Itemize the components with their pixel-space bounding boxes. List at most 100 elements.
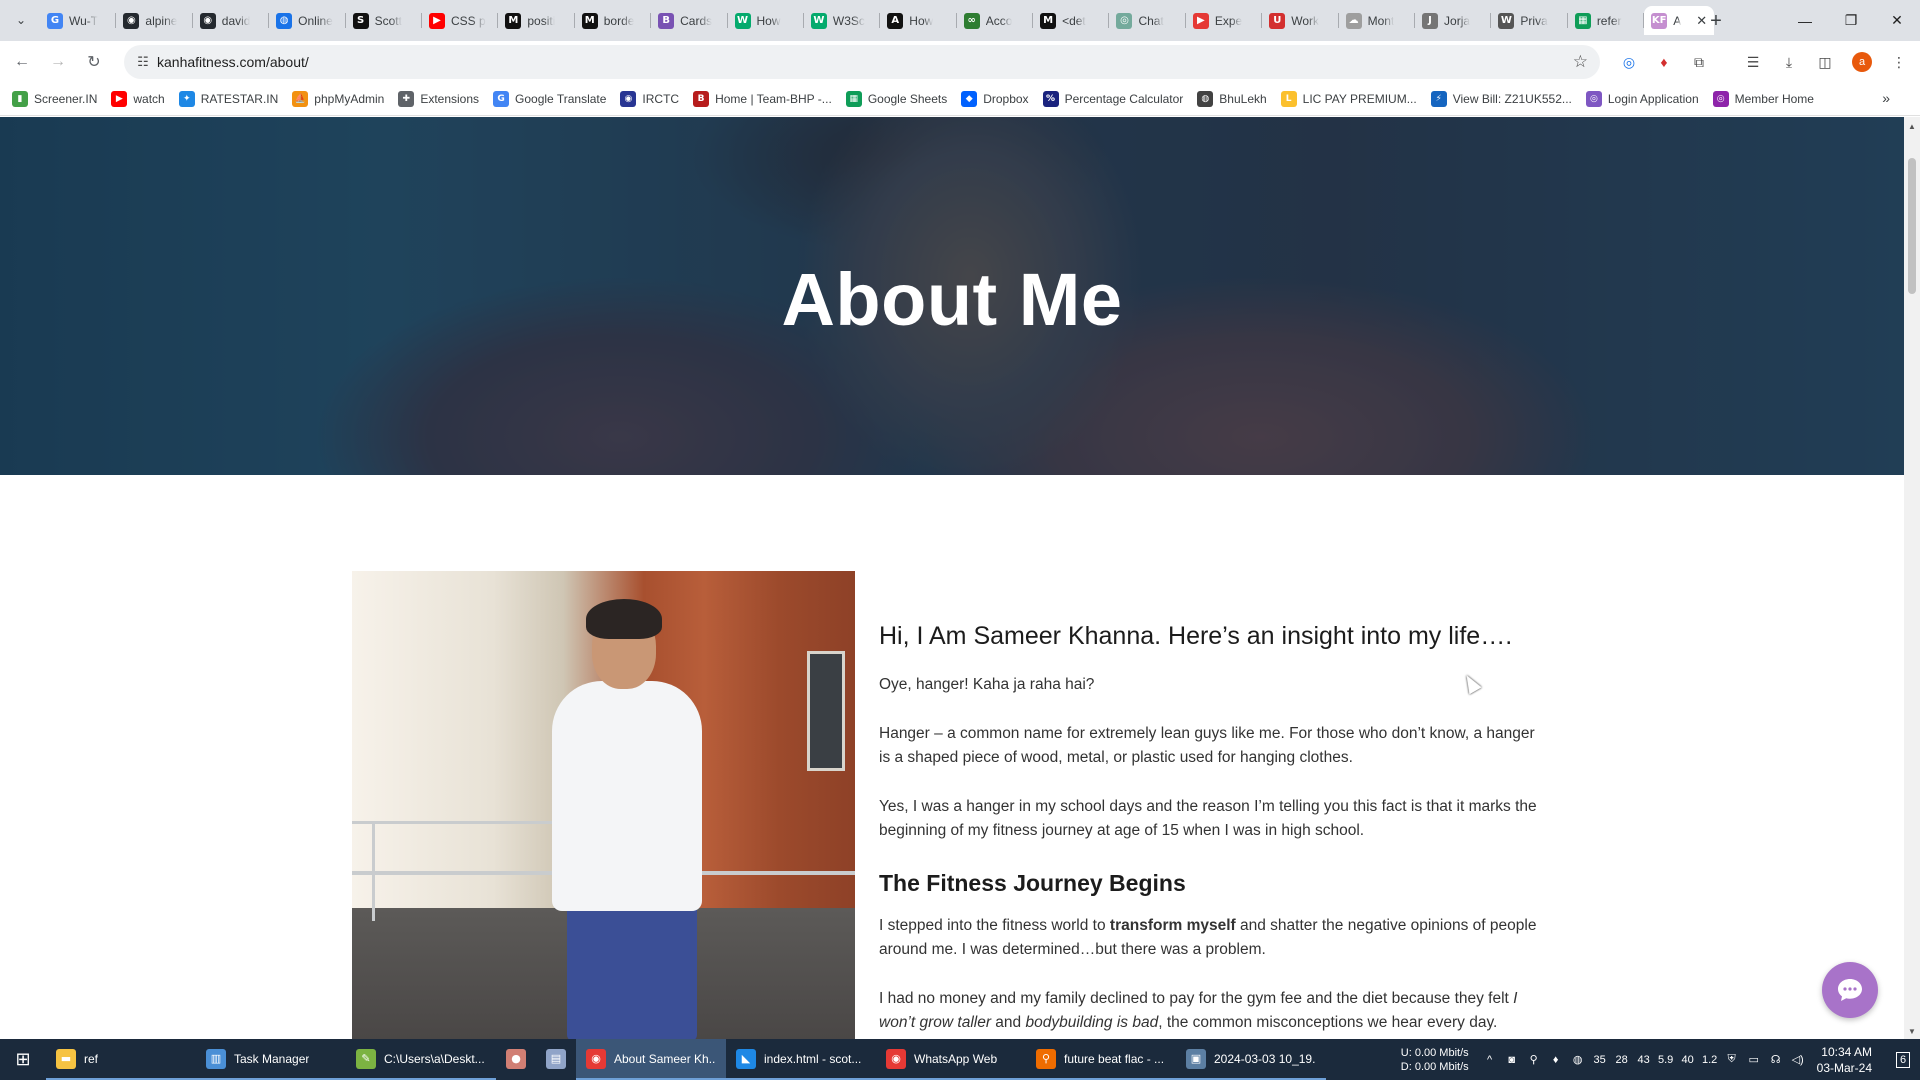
tray-icon[interactable]: 1.2 — [1701, 1054, 1719, 1066]
browser-menu-icon[interactable]: ⋮ — [1888, 51, 1910, 73]
browser-tab[interactable]: B Cards — [651, 6, 728, 35]
browser-tab[interactable]: ◎ Chat — [1109, 6, 1186, 35]
browser-tab[interactable]: Mpositi — [498, 6, 575, 35]
browser-tab[interactable]: ▦ refer — [1568, 6, 1645, 35]
tray-icon[interactable]: 43 — [1635, 1054, 1653, 1066]
notifications-icon[interactable]: 6 — [1886, 1039, 1920, 1080]
browser-tab[interactable]: ▶ CSS p — [422, 6, 499, 35]
minimize-button[interactable]: — — [1782, 0, 1828, 41]
media-controls-icon[interactable]: ☰ — [1742, 51, 1764, 73]
browser-tab[interactable]: ▶ Expe — [1186, 6, 1263, 35]
browser-tab[interactable]: S Scott — [346, 6, 422, 35]
extensions-puzzle-icon[interactable]: ⧉ — [1688, 51, 1710, 73]
bookmark-item[interactable]: ◆ Dropbox — [961, 90, 1036, 107]
forward-button[interactable]: → — [44, 48, 72, 76]
taskbar-item[interactable]: ◉ About Sameer Kh... — [576, 1039, 726, 1080]
tray-icon[interactable]: ⛨ — [1723, 1053, 1741, 1066]
bookmarks-overflow-icon[interactable]: » — [1882, 90, 1890, 106]
journey-heading: The Fitness Journey Begins — [879, 870, 1186, 896]
browser-tab[interactable]: W W3Sc — [804, 6, 881, 35]
globe-icon: ◍ — [1197, 90, 1214, 107]
browser-tab[interactable]: ◉ alpine — [116, 6, 193, 35]
profile-photo — [352, 571, 855, 1039]
browser-tab[interactable]: M <det — [1033, 6, 1110, 35]
scroll-down-arrow-icon[interactable]: ▼ — [1904, 1024, 1920, 1038]
tray-icon[interactable]: 5.9 — [1657, 1054, 1675, 1066]
browser-tab[interactable]: W How — [728, 6, 804, 35]
browser-tab[interactable]: G Wu-T — [40, 6, 117, 35]
tray-icon[interactable]: ◁) — [1789, 1053, 1807, 1066]
taskbar-item[interactable]: ◉ WhatsApp Web — [876, 1039, 1026, 1080]
bookmark-item[interactable]: ▶ watch — [111, 90, 172, 107]
browser-tab[interactable]: J Jorja — [1415, 6, 1492, 35]
browser-tab[interactable]: ☁ Mont — [1339, 6, 1416, 35]
tray-icon[interactable]: ♦ — [1547, 1054, 1565, 1066]
taskbar-item[interactable]: ▥ Task Manager — [196, 1039, 346, 1080]
tray-icon[interactable]: ◙ — [1503, 1054, 1521, 1066]
bookmark-item[interactable]: B Home | Team-BHP -... — [693, 90, 840, 107]
new-tab-button[interactable]: + — [1702, 7, 1730, 35]
profile-avatar[interactable]: a — [1852, 52, 1872, 72]
restore-button[interactable]: ❐ — [1828, 0, 1874, 41]
tab-search-chevron-icon[interactable]: ⌄ — [10, 9, 32, 31]
notification-count: 6 — [1895, 1051, 1911, 1068]
chat-bubble-button[interactable] — [1822, 962, 1878, 1018]
browser-tab[interactable]: W Priva — [1491, 6, 1568, 35]
wikipedia-icon: W — [1498, 12, 1515, 29]
tray-icon[interactable]: ^ — [1481, 1054, 1499, 1066]
tray-icon[interactable]: ◍ — [1569, 1053, 1587, 1066]
downloads-icon[interactable]: ⤓ — [1778, 51, 1800, 73]
puzzle-icon: ✚ — [398, 90, 415, 107]
bookmark-item[interactable]: ◉ IRCTC — [620, 90, 687, 107]
side-panel-icon[interactable]: ◫ — [1814, 51, 1836, 73]
bookmark-item[interactable]: ✦ RATESTAR.IN — [178, 90, 287, 107]
scroll-up-arrow-icon[interactable]: ▲ — [1904, 119, 1920, 133]
taskbar-item[interactable]: ⚲ future beat flac - ... — [1026, 1039, 1176, 1080]
close-window-button[interactable]: ✕ — [1874, 0, 1920, 41]
bookmark-item[interactable]: ▮ Screener.IN — [12, 90, 105, 107]
tray-icon[interactable]: ⚲ — [1525, 1053, 1543, 1066]
tray-icon[interactable]: ☊ — [1767, 1053, 1785, 1066]
bookmark-item[interactable]: ⚡ View Bill: Z21UK552... — [1430, 90, 1580, 107]
extension-2-icon[interactable]: ♦ — [1653, 51, 1675, 73]
tray-icon[interactable]: ▭ — [1745, 1053, 1763, 1066]
browser-tab[interactable]: ◍ Online — [269, 6, 346, 35]
tab-label: Scott — [374, 13, 402, 28]
taskbar-item[interactable]: ▣ 2024-03-03 10_19... — [1176, 1039, 1326, 1080]
bookmark-item[interactable]: ▦ Google Sheets — [845, 90, 955, 107]
tab-label: borde — [603, 13, 635, 28]
reload-button[interactable]: ↻ — [80, 48, 108, 76]
tray-icon[interactable]: 40 — [1679, 1054, 1697, 1066]
bookmark-item[interactable]: ◎ Login Application — [1585, 90, 1707, 107]
globe-icon: ◍ — [276, 12, 293, 29]
bookmark-item[interactable]: ✚ Extensions — [398, 90, 487, 107]
taskbar-item[interactable]: ▤ — [536, 1039, 576, 1080]
browser-tab[interactable]: ◉ david — [193, 6, 270, 35]
bookmark-item[interactable]: ⛵ phpMyAdmin — [292, 90, 392, 107]
url-text[interactable]: kanhafitness.com/about/ — [157, 54, 309, 70]
scrollbar-thumb[interactable] — [1908, 158, 1916, 294]
bookmark-item[interactable]: G Google Translate — [493, 90, 614, 107]
bookmark-item[interactable]: ◍ BhuLekh — [1197, 90, 1274, 107]
tray-icon[interactable]: 35 — [1591, 1054, 1609, 1066]
browser-tab[interactable]: U Work — [1262, 6, 1339, 35]
taskbar-item[interactable]: ▬ ref — [46, 1039, 196, 1080]
site-info-icon[interactable]: ☷ — [134, 53, 152, 71]
back-button[interactable]: ← — [8, 48, 36, 76]
bookmark-item[interactable]: % Percentage Calculator — [1042, 90, 1192, 107]
clock[interactable]: 10:34 AM 03-Mar-24 — [1817, 1044, 1872, 1076]
address-bar[interactable]: ☷ kanhafitness.com/about/ ☆ — [124, 45, 1600, 79]
taskbar-item[interactable]: ● — [496, 1039, 536, 1080]
bookmark-label: IRCTC — [642, 91, 680, 106]
bookmark-star-icon[interactable]: ☆ — [1573, 52, 1588, 72]
tray-icon[interactable]: 28 — [1613, 1054, 1631, 1066]
bookmark-item[interactable]: ◎ Member Home — [1712, 90, 1822, 107]
taskbar-item[interactable]: ◣ index.html - scot... — [726, 1039, 876, 1080]
bookmark-item[interactable]: L LIC PAY PREMIUM... — [1280, 90, 1425, 107]
extension-1-icon[interactable]: ◎ — [1618, 51, 1640, 73]
taskbar-item[interactable]: ✎ C:\Users\a\Deskt... — [346, 1039, 496, 1080]
windows-start-icon[interactable]: ⊞ — [0, 1039, 46, 1080]
browser-tab[interactable]: A How — [880, 6, 957, 35]
browser-tab[interactable]: ∞ Acco — [957, 6, 1034, 35]
browser-tab[interactable]: Mborde — [575, 6, 652, 35]
